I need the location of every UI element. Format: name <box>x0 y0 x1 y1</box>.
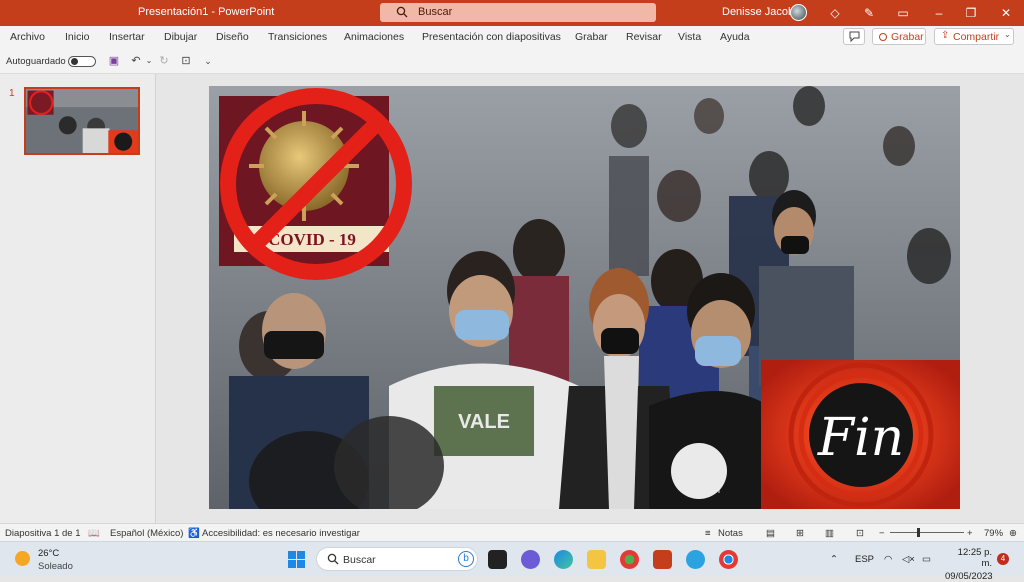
zoom-level[interactable]: 79% <box>984 528 1003 539</box>
weather-condition[interactable]: Soleado <box>38 561 73 572</box>
autosave-toggle[interactable] <box>68 56 96 67</box>
save-icon[interactable]: ▣ <box>106 53 122 69</box>
teams-chat-icon[interactable] <box>521 550 540 569</box>
notes-icon: ≡ <box>705 528 711 539</box>
close-icon[interactable]: ✕ <box>997 4 1015 22</box>
tab-archivo[interactable]: Archivo <box>10 31 45 43</box>
notes-button[interactable]: Notas <box>718 528 743 539</box>
avatar[interactable] <box>790 4 807 21</box>
wifi-icon[interactable]: ◠ <box>884 554 892 565</box>
search-box[interactable]: Buscar <box>380 3 656 22</box>
record-label: Grabar <box>891 31 924 43</box>
file-explorer-icon[interactable] <box>587 550 606 569</box>
covid-banner-text: COVID - 19 <box>268 230 356 249</box>
comments-button[interactable] <box>843 28 865 45</box>
diamond-icon[interactable]: ◇ <box>826 4 844 22</box>
zoom-out-icon[interactable]: − <box>879 528 885 539</box>
search-icon <box>327 553 339 565</box>
battery-icon[interactable]: ▭ <box>922 554 931 565</box>
volume-icon[interactable]: ◁× <box>902 554 915 565</box>
keyboard-language[interactable]: ESP <box>855 554 874 565</box>
title-bar: Presentación1 - PowerPoint Buscar Deniss… <box>0 0 1024 26</box>
weather-temperature[interactable]: 26°C <box>38 548 59 559</box>
tab-dibujar[interactable]: Dibujar <box>164 31 197 43</box>
accessibility-status[interactable]: Accesibilidad: es necesario investigar <box>202 528 360 539</box>
tab-diseno[interactable]: Diseño <box>216 31 249 43</box>
slide-counter: Diapositiva 1 de 1 <box>5 528 81 539</box>
zoom-slider[interactable] <box>890 532 964 533</box>
restore-icon[interactable]: ❐ <box>962 4 980 22</box>
spellcheck-icon[interactable]: 📖 <box>88 528 100 539</box>
tab-grabar[interactable]: Grabar <box>575 31 608 43</box>
user-name[interactable]: Denisse Jacobo <box>722 6 800 18</box>
tab-inicio[interactable]: Inicio <box>65 31 90 43</box>
ribbon-display-icon[interactable]: ▭ <box>894 4 912 22</box>
record-button[interactable]: Grabar <box>872 28 926 45</box>
tab-vista[interactable]: Vista <box>678 31 701 43</box>
tab-transiciones[interactable]: Transiciones <box>268 31 327 43</box>
normal-view-icon[interactable]: ▤ <box>766 528 775 539</box>
slideshow-icon[interactable]: ⊡ <box>856 528 864 539</box>
redo-icon[interactable]: ↻ <box>156 53 172 69</box>
status-bar: Diapositiva 1 de 1 📖 Español (México) ♿ … <box>0 523 1024 541</box>
taskbar-search-label: Buscar <box>343 554 376 566</box>
tab-animaciones[interactable]: Animaciones <box>344 31 404 43</box>
sun-icon[interactable] <box>15 551 30 566</box>
work-area: 1 VALE OAKLEY COVID - 19 Fin <box>0 74 1024 523</box>
share-icon: ⇪ <box>941 30 950 41</box>
tab-revisar[interactable]: Revisar <box>626 31 662 43</box>
chrome-profile-icon[interactable] <box>620 550 639 569</box>
reading-view-icon[interactable]: ▥ <box>825 528 834 539</box>
record-icon <box>879 33 887 41</box>
accessibility-icon[interactable]: ♿ <box>188 528 200 539</box>
notification-badge[interactable]: 4 <box>997 553 1009 565</box>
task-view-icon[interactable] <box>488 550 507 569</box>
fin-text: Fin <box>817 408 904 468</box>
ribbon-tabs: Archivo Inicio Insertar Dibujar Diseño T… <box>0 26 1024 48</box>
autosave-label: Autoguardado <box>6 56 66 67</box>
zoom-in-icon[interactable]: + <box>967 528 973 539</box>
chrome-icon[interactable] <box>719 550 738 569</box>
customize-qat-icon[interactable]: ⌄ <box>200 53 216 69</box>
pen-icon[interactable]: ✎ <box>860 4 878 22</box>
thumbnail-image <box>26 89 138 153</box>
telegram-icon[interactable] <box>686 550 705 569</box>
share-button[interactable]: ⇪ Compartir ⌄ <box>934 28 1014 45</box>
thumbnail-number: 1 <box>9 88 15 99</box>
shirt-text: VALE <box>458 411 510 433</box>
window-title: Presentación1 - PowerPoint <box>138 6 275 18</box>
tab-ayuda[interactable]: Ayuda <box>720 31 750 43</box>
clock-date: 09/05/2023 <box>945 571 993 582</box>
edge-icon[interactable] <box>554 550 573 569</box>
search-placeholder: Buscar <box>418 6 453 18</box>
chevron-down-icon: ⌄ <box>1004 30 1011 39</box>
present-icon[interactable]: ⊡ <box>178 53 194 69</box>
taskbar: 26°C Soleado Buscar b ⌃ ESP ◠ ◁× ▭ 12:25… <box>0 541 1024 582</box>
search-icon <box>396 6 408 18</box>
tab-insertar[interactable]: Insertar <box>109 31 145 43</box>
bing-icon: b <box>458 551 474 567</box>
windows-start-icon[interactable] <box>287 550 306 569</box>
tab-presentacion[interactable]: Presentación con diapositivas <box>422 31 561 43</box>
fit-slide-icon[interactable]: ⊕ <box>1009 528 1017 539</box>
fin-badge[interactable]: Fin <box>761 360 960 509</box>
minimize-icon[interactable]: – <box>930 4 948 22</box>
undo-dropdown-icon[interactable]: ⌄ <box>141 53 157 69</box>
covid-banner[interactable]: COVID - 19 <box>214 86 429 286</box>
language-status[interactable]: Español (México) <box>110 528 183 539</box>
share-label: Compartir <box>953 31 1000 43</box>
quick-access-toolbar: Autoguardado ▣ ↶ ⌄ ↻ ⊡ ⌄ <box>0 48 1024 74</box>
comment-icon <box>849 31 860 43</box>
slide-canvas[interactable]: VALE OAKLEY COVID - 19 Fin <box>209 86 960 509</box>
brand-text: OAKLEY <box>686 485 722 495</box>
slide-thumbnail[interactable] <box>24 87 140 155</box>
powerpoint-icon[interactable] <box>653 550 672 569</box>
thumbnail-pane: 1 <box>0 74 156 523</box>
tray-chevron-icon[interactable]: ⌃ <box>830 554 838 565</box>
clock[interactable]: 12:25 p. m. 09/05/2023 <box>945 547 993 582</box>
slide-sorter-icon[interactable]: ⊞ <box>796 528 804 539</box>
taskbar-search[interactable]: Buscar b <box>316 547 478 571</box>
clock-time: 12:25 p. m. <box>957 547 992 569</box>
zoom-slider-thumb[interactable] <box>917 528 920 537</box>
